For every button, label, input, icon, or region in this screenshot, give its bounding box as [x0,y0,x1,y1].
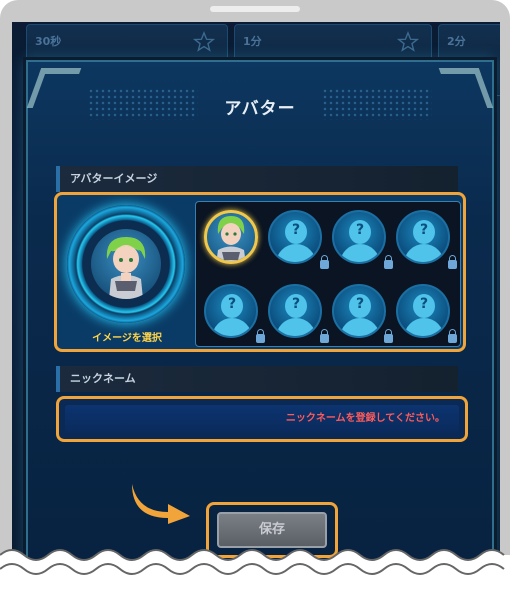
silhouette-body [212,318,252,336]
lock-icon [448,329,457,343]
select-image-caption: イメージを選択 [92,333,162,344]
bg-tile-label: 2分 [447,35,466,48]
lock-icon [384,329,393,343]
avatar-slot-locked[interactable]: ? [204,284,258,338]
silhouette-body [276,244,316,262]
lock-icon [320,329,329,343]
lock-icon [448,255,457,269]
star-icon [397,31,419,52]
question-mark-icon: ? [355,296,365,312]
question-mark-icon: ? [355,222,365,238]
bg-tile-label: 30秒 [35,35,62,48]
bg-tile-label: 1分 [243,35,262,48]
character-portrait-icon [216,216,246,261]
device-frame: 30秒 1.5 1分 2分 アバター アバターイメージ [0,0,510,589]
current-avatar-portrait [91,229,161,299]
torn-edge-cutoff [0,549,510,589]
star-icon [193,31,215,52]
avatar-slot-locked[interactable]: ? [396,210,450,264]
game-screen: 30秒 1.5 1分 2分 アバター アバターイメージ [12,22,500,589]
silhouette-body [340,318,380,336]
silhouette-body [404,244,444,262]
speaker-grille [210,6,300,12]
question-mark-icon: ? [419,296,429,312]
dialog-title: アバター [224,99,296,119]
lock-icon [320,255,329,269]
pointer-arrow-icon [132,484,190,524]
avatar-slot-locked[interactable]: ? [268,210,322,264]
nickname-placeholder: ニックネームを登録してください。 [285,413,445,424]
silhouette-body [404,318,444,336]
avatar-slot-selected[interactable] [204,210,258,264]
avatar-section-header: アバターイメージ [56,166,458,192]
avatar-slot-locked[interactable]: ? [268,284,322,338]
silhouette-body [340,244,380,262]
avatar-slot-locked[interactable]: ? [396,284,450,338]
character-portrait-icon [106,237,146,299]
avatar-slot-locked[interactable]: ? [332,210,386,264]
question-mark-icon: ? [291,296,301,312]
avatar-panel: イメージを選択 ? ? ? ? ? ? ? [54,192,466,352]
avatar-slot-locked[interactable]: ? [332,284,386,338]
question-mark-icon: ? [227,296,237,312]
question-mark-icon: ? [291,222,301,238]
lock-icon [384,255,393,269]
nickname-section-header: ニックネーム [56,366,458,392]
silhouette-body [276,318,316,336]
avatar-grid: ? ? ? ? ? ? ? [195,201,461,347]
current-avatar-frame[interactable] [67,205,185,323]
question-mark-icon: ? [419,222,429,238]
avatar-dialog: アバター アバターイメージ イメージを選択 ? ? ? ? ? ? ? ニックネ… [26,60,494,584]
save-button[interactable]: 保存 [217,512,327,548]
lock-icon [256,329,265,343]
nickname-input[interactable]: ニックネームを登録してください。 [56,396,468,442]
